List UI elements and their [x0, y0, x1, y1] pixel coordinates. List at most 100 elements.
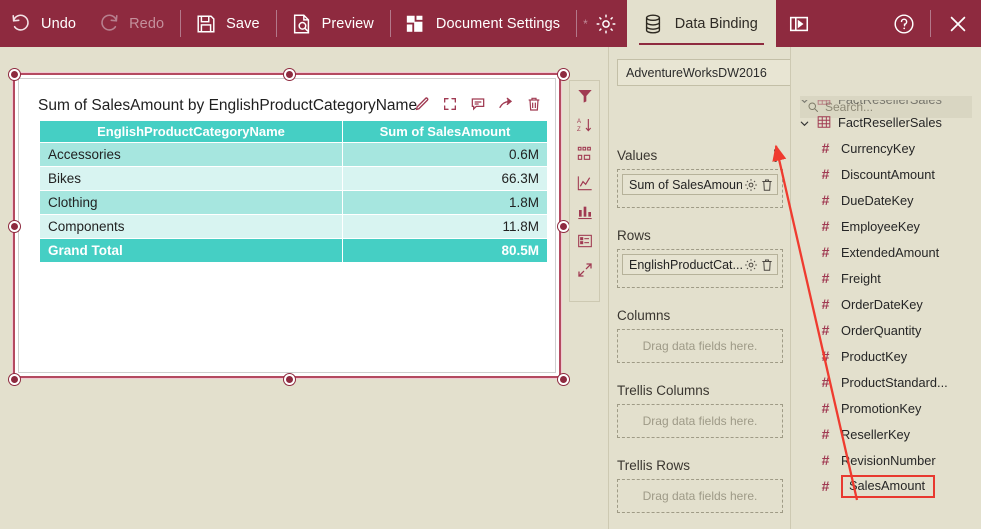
comment-icon[interactable]	[470, 96, 486, 112]
resize-handle-w[interactable]	[9, 221, 20, 232]
field-chip-label: Sum of SalesAmount	[629, 177, 742, 192]
number-field-icon: #	[821, 400, 830, 416]
field-list-item-salesamount[interactable]: # SalesAmount	[791, 473, 981, 499]
legend-icon[interactable]	[577, 233, 593, 249]
number-field-icon: #	[821, 478, 830, 494]
field-list-table-factresellersales[interactable]: FactResellerSales	[791, 109, 981, 135]
pivot-table[interactable]: EnglishProductCategoryName Sum of SalesA…	[39, 120, 548, 263]
toggle-panel-button[interactable]	[776, 0, 822, 47]
redo-icon	[98, 13, 120, 35]
chart-trend-icon[interactable]	[577, 175, 593, 191]
document-settings-button[interactable]: Document Settings	[395, 0, 572, 47]
gear-icon[interactable]	[744, 178, 758, 192]
chevron-down-icon[interactable]	[799, 117, 810, 128]
save-icon	[195, 13, 217, 35]
field-list-item[interactable]: # OrderDateKey	[791, 291, 981, 317]
number-field-icon: #	[821, 244, 830, 260]
application-window: Undo Redo Save Preview Document Settings…	[0, 0, 981, 529]
cell-total-value: 80.5M	[342, 238, 548, 263]
field-list-item[interactable]: # EmployeeKey	[791, 213, 981, 239]
group-icon[interactable]	[577, 146, 593, 162]
pivot-widget[interactable]: Sum of SalesAmount by EnglishProductCate…	[9, 69, 569, 385]
delete-icon[interactable]	[526, 96, 542, 112]
field-list-item[interactable]: # PromotionKey	[791, 395, 981, 421]
resize-handle-se[interactable]	[558, 374, 569, 385]
field-list-item[interactable]: # CurrencyKey	[791, 135, 981, 161]
field-list-item[interactable]: # ResellerKey	[791, 421, 981, 447]
panel-toggle-icon	[788, 13, 810, 35]
trash-icon[interactable]	[760, 178, 774, 192]
table-name: FactResellerSales	[838, 114, 942, 130]
section-trellis-rows-title: Trellis Rows	[617, 457, 691, 473]
resize-handle-s[interactable]	[284, 374, 295, 385]
field-label: EmployeeKey	[841, 218, 920, 234]
field-list-item[interactable]: # ProductKey	[791, 343, 981, 369]
number-field-icon: #	[821, 218, 830, 234]
data-binding-panel: AdventureWorksDW2016 Values Sum of Sales…	[608, 47, 790, 529]
redo-label: Redo	[129, 15, 165, 32]
field-list[interactable]: FactResellerSales # CurrencyKey # Discou…	[791, 109, 981, 529]
field-chip-label: EnglishProductCat...	[629, 257, 742, 272]
field-list-item[interactable]: # DueDateKey	[791, 187, 981, 213]
datasource-select[interactable]: AdventureWorksDW2016	[617, 59, 790, 86]
table-row[interactable]: Components 11.8M	[39, 214, 548, 239]
save-button[interactable]: Save	[185, 0, 271, 47]
settings-button[interactable]	[585, 0, 627, 47]
dropzone-placeholder: Drag data fields here.	[642, 339, 758, 353]
help-button[interactable]	[882, 0, 926, 47]
section-values-title: Values	[617, 147, 658, 163]
preview-button[interactable]: Preview	[281, 0, 386, 47]
filter-icon[interactable]	[577, 88, 593, 104]
trash-icon[interactable]	[760, 258, 774, 272]
toolbar-separator-5	[930, 10, 931, 37]
share-icon[interactable]	[498, 96, 514, 112]
field-chip-englishproductcategoryname[interactable]: EnglishProductCat...	[622, 254, 778, 275]
edit-icon[interactable]	[414, 96, 430, 112]
resize-icon[interactable]	[577, 262, 593, 278]
table-total-row[interactable]: Grand Total 80.5M	[39, 238, 548, 263]
trellis-rows-dropzone[interactable]: Drag data fields here.	[617, 479, 783, 513]
cell-category: Components	[39, 214, 343, 239]
field-list-item[interactable]: # ProductStandard...	[791, 369, 981, 395]
resize-handle-e[interactable]	[558, 221, 569, 232]
field-list-item[interactable]: # ExtendedAmount	[791, 239, 981, 265]
field-label: CurrencyKey	[841, 140, 915, 156]
rows-dropzone[interactable]: EnglishProductCat...	[617, 249, 783, 288]
trellis-columns-dropzone[interactable]: Drag data fields here.	[617, 404, 783, 438]
resize-handle-n[interactable]	[284, 69, 295, 80]
field-list-item[interactable]: # RevisionNumber	[791, 447, 981, 473]
columns-dropzone[interactable]: Drag data fields here.	[617, 329, 783, 363]
cell-value: 0.6M	[342, 142, 548, 167]
toolbar-separator-3	[389, 10, 391, 37]
sort-az-icon[interactable]: A Z	[577, 117, 593, 133]
number-field-icon: #	[821, 270, 830, 286]
column-header-value[interactable]: Sum of SalesAmount	[342, 120, 548, 143]
section-values-menu[interactable]	[774, 148, 777, 163]
close-button[interactable]	[935, 0, 981, 47]
redo-button[interactable]: Redo	[88, 0, 176, 47]
field-label: ProductStandard...	[841, 374, 948, 390]
field-label: ResellerKey	[841, 426, 910, 442]
field-list-item[interactable]: # OrderQuantity	[791, 317, 981, 343]
table-row[interactable]: Clothing 1.8M	[39, 190, 548, 215]
number-field-icon: #	[821, 296, 830, 312]
undo-icon	[10, 13, 32, 35]
bar-chart-icon[interactable]	[577, 204, 593, 220]
resize-handle-sw[interactable]	[9, 374, 20, 385]
table-row[interactable]: Accessories 0.6M	[39, 142, 548, 167]
field-list-item[interactable]: # Freight	[791, 265, 981, 291]
table-row[interactable]: Bikes 66.3M	[39, 166, 548, 191]
column-header-category[interactable]: EnglishProductCategoryName	[39, 120, 343, 143]
section-rows-title: Rows	[617, 227, 651, 243]
report-canvas[interactable]: Sum of SalesAmount by EnglishProductCate…	[0, 47, 569, 529]
gear-icon[interactable]	[744, 258, 758, 272]
field-chip-sum-of-salesamount[interactable]: Sum of SalesAmount	[622, 174, 778, 195]
field-list-item[interactable]: # DiscountAmount	[791, 161, 981, 187]
undo-button[interactable]: Undo	[0, 0, 88, 47]
resize-handle-nw[interactable]	[9, 69, 20, 80]
tab-data-binding[interactable]: Data Binding	[626, 0, 776, 47]
expand-icon[interactable]	[442, 96, 458, 112]
values-dropzone[interactable]: Sum of SalesAmount	[617, 169, 783, 208]
resize-handle-ne[interactable]	[558, 69, 569, 80]
widget-tool-strip: A Z	[569, 80, 600, 302]
